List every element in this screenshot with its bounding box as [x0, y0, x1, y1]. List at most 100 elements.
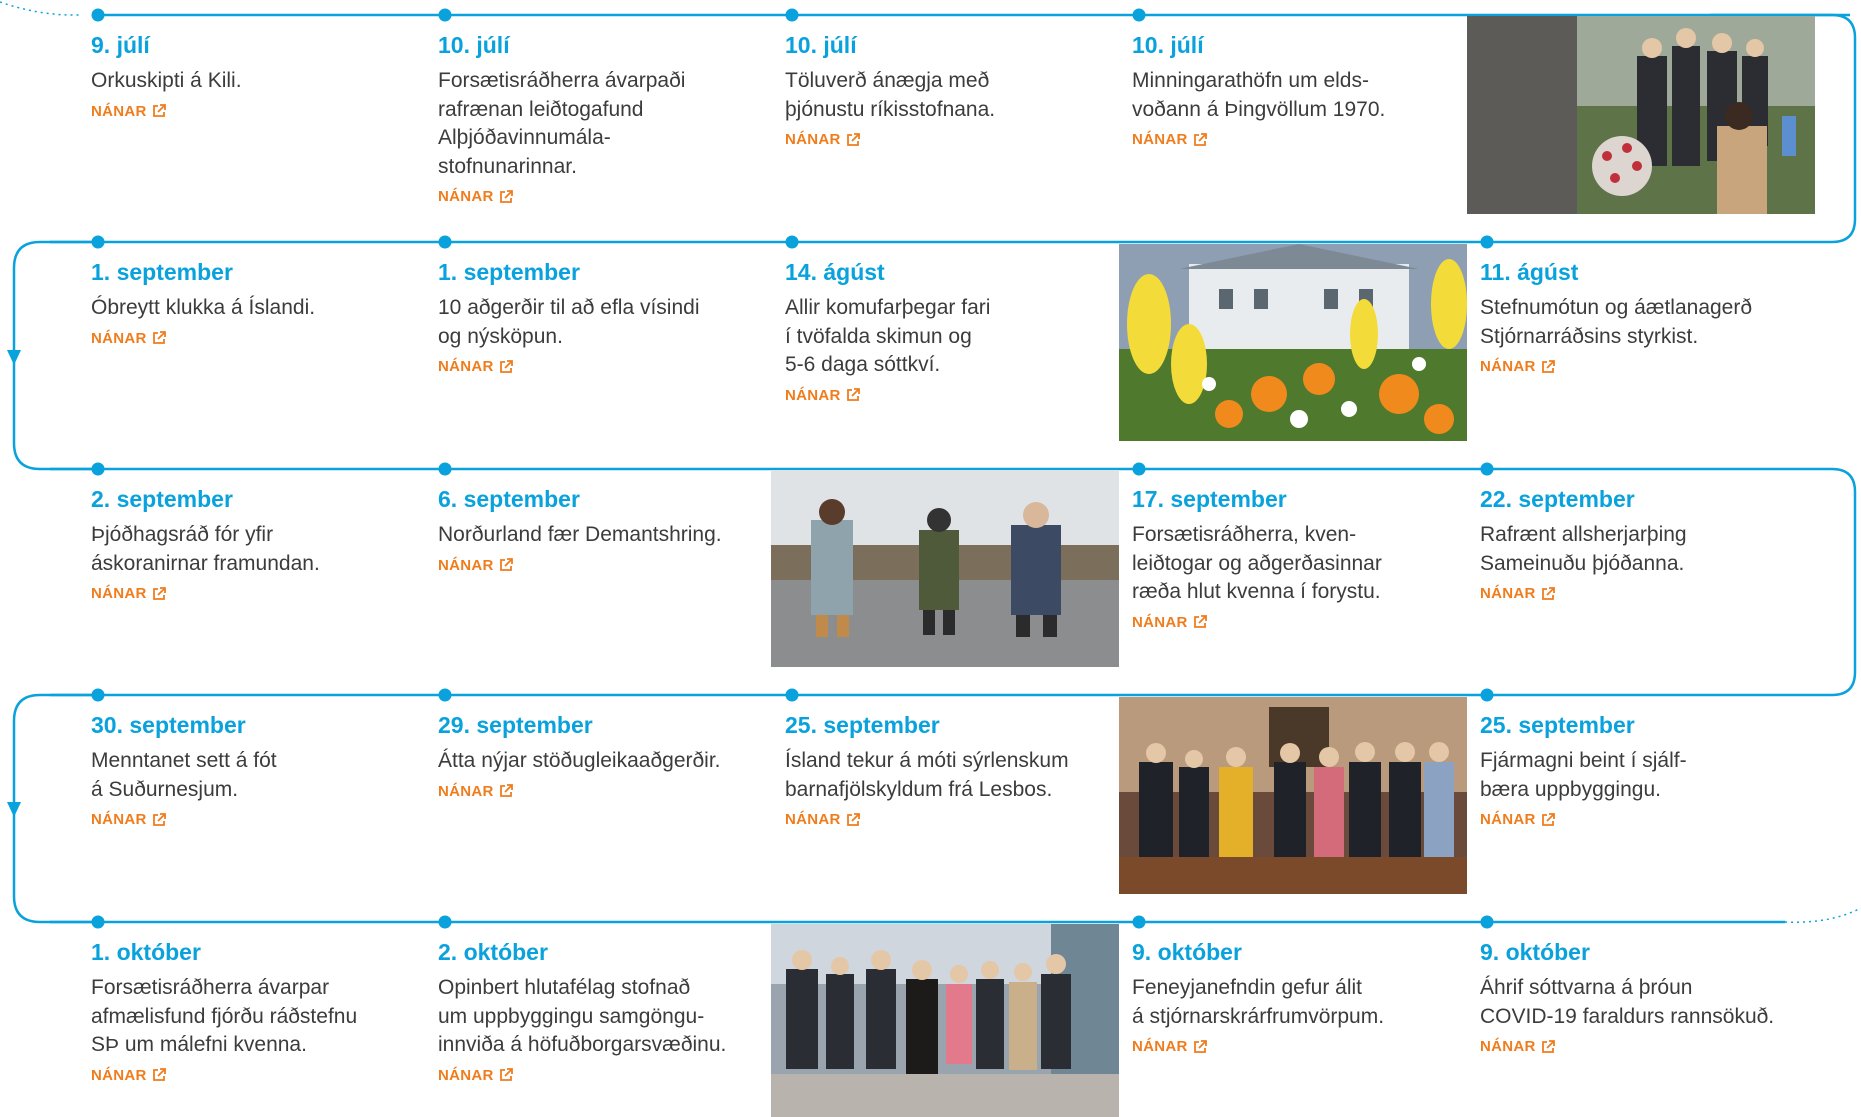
external-link-icon: [1541, 359, 1555, 373]
timeline-entry: 14. ágúst Allir komufarþegar fari í tvöfa…: [785, 258, 1110, 405]
entry-date: 2. október: [438, 939, 548, 965]
timeline-dot: [785, 8, 799, 22]
timeline-dot: [438, 688, 452, 702]
more-link[interactable]: NÁNAR: [1132, 614, 1207, 631]
entry-date: 10. júlí: [438, 32, 510, 58]
more-link[interactable]: NÁNAR: [1480, 1038, 1555, 1055]
timeline-dot: [438, 235, 452, 249]
external-link-icon: [152, 586, 166, 600]
timeline-entry: 6. september Norðurland fær Demantshring.…: [438, 485, 763, 575]
entry-date: 9. júlí: [91, 32, 150, 58]
arrow-down-icon: [7, 350, 21, 365]
more-link-label: NÁNAR: [438, 358, 494, 375]
more-link[interactable]: NÁNAR: [91, 103, 166, 120]
entry-text: 10 aðgerðir til að efla vísindi og nýskö…: [438, 296, 700, 348]
more-link[interactable]: NÁNAR: [785, 387, 860, 404]
entry-text: Þjóðhagsráð fór yfir áskoranirnar framun…: [91, 523, 320, 575]
timeline-dot: [438, 8, 452, 22]
more-link[interactable]: NÁNAR: [91, 1067, 166, 1084]
more-link[interactable]: NÁNAR: [438, 783, 513, 800]
timeline-entry: 9. október Feneyjanefndin gefur álit á st…: [1132, 938, 1457, 1056]
more-link[interactable]: NÁNAR: [91, 330, 166, 347]
more-link[interactable]: NÁNAR: [1480, 358, 1555, 375]
entry-date: 9. október: [1480, 939, 1590, 965]
more-link-label: NÁNAR: [91, 1066, 147, 1084]
timeline-dot: [1480, 235, 1494, 249]
entry-date: 22. september: [1480, 486, 1635, 512]
more-link[interactable]: NÁNAR: [785, 131, 860, 148]
timeline-entry: 10. júlí Forsætisráðherra ávarpaði rafræn…: [438, 31, 763, 206]
entry-date: 30. september: [91, 712, 246, 738]
entry-text: Stefnumótun og áætlanagerð Stjórnarráðsi…: [1480, 296, 1753, 348]
timeline-dot: [91, 235, 105, 249]
entry-text: Allir komufarþegar fari í tvöfalda skimu…: [785, 296, 991, 376]
more-link[interactable]: NÁNAR: [1132, 1038, 1207, 1055]
entry-date: 17. september: [1132, 486, 1287, 512]
photo-flowers-building: [1119, 244, 1467, 441]
timeline-entry: 22. september Rafrænt allsherjarþing Same…: [1480, 485, 1805, 603]
more-link[interactable]: NÁNAR: [1480, 811, 1555, 828]
more-link[interactable]: NÁNAR: [1132, 131, 1207, 148]
more-link[interactable]: NÁNAR: [91, 811, 166, 828]
timeline-dot: [1480, 688, 1494, 702]
more-link[interactable]: NÁNAR: [438, 358, 513, 375]
external-link-icon: [152, 1068, 166, 1081]
entry-date: 29. september: [438, 712, 593, 738]
more-link-label: NÁNAR: [438, 188, 494, 205]
external-link-icon: [152, 812, 166, 826]
timeline-dot: [91, 8, 105, 22]
more-link-label: NÁNAR: [1480, 585, 1536, 602]
timeline-dot: [91, 688, 105, 702]
external-link-icon: [1541, 586, 1555, 600]
more-link-label: NÁNAR: [438, 556, 494, 574]
more-link[interactable]: NÁNAR: [438, 557, 513, 574]
timeline-dot: [91, 915, 105, 929]
more-link-label: NÁNAR: [1132, 131, 1188, 148]
entry-text: Óbreytt klukka á Íslandi.: [91, 296, 316, 319]
timeline-dot: [438, 915, 452, 929]
timeline-entry: 11. ágúst Stefnumótun og áætlanagerð Stjó…: [1480, 258, 1805, 376]
entry-date: 9. október: [1132, 939, 1242, 965]
entry-date: 1. september: [438, 259, 580, 285]
more-link[interactable]: NÁNAR: [438, 188, 513, 205]
entry-date: 10. júlí: [785, 32, 857, 58]
entry-text: Feneyjanefndin gefur álit á stjórnarskrá…: [1132, 976, 1385, 1028]
timeline-entry: 2. september Þjóðhagsráð fór yfir áskoran…: [91, 485, 416, 603]
more-link[interactable]: NÁNAR: [785, 811, 860, 828]
timeline-dot: [91, 462, 105, 476]
entry-text: Áhrif sóttvarna á þróun COVID-19 faraldu…: [1480, 976, 1775, 1028]
more-link-label: NÁNAR: [91, 811, 147, 828]
entry-text: Opinbert hlutafélag stofnað um uppbyggin…: [438, 976, 727, 1056]
external-link-icon: [152, 331, 166, 344]
more-link-label: NÁNAR: [1480, 358, 1536, 375]
timeline-dot: [1132, 462, 1146, 476]
entry-text: Orkuskipti á Kili.: [91, 69, 242, 92]
entry-text: Fjármagni beint í sjálf- bæra uppbygging…: [1480, 749, 1687, 801]
more-link-label: NÁNAR: [438, 782, 494, 800]
timeline-dot: [785, 688, 799, 702]
entry-text: Menntanet sett á fót á Suðurnesjum.: [91, 749, 277, 801]
photo-group-indoor: [1119, 697, 1467, 894]
photo-memorial-ceremony: [1467, 16, 1815, 214]
more-link-label: NÁNAR: [1480, 811, 1536, 828]
entry-date: 14. ágúst: [785, 259, 885, 285]
external-link-icon: [499, 558, 513, 571]
timeline-entry: 17. september Forsætisráðherra, kven- lei…: [1132, 485, 1457, 632]
photo-three-people-road: [771, 470, 1119, 667]
more-link[interactable]: NÁNAR: [438, 1067, 513, 1084]
more-link[interactable]: NÁNAR: [1480, 585, 1555, 602]
external-link-icon: [1193, 132, 1207, 146]
entry-text: Minningarathöfn um elds- voðann á Þingvö…: [1132, 69, 1386, 121]
timeline-dot: [1132, 915, 1146, 929]
entry-date: 25. september: [1480, 712, 1635, 738]
timeline-entry: 9. júlí Orkuskipti á Kili. NÁNAR: [91, 31, 416, 121]
external-link-icon: [1541, 812, 1555, 826]
entry-text: Ísland tekur á móti sýrlenskum barnafjöl…: [785, 749, 1069, 801]
timeline-entry: 10. júlí Minningarathöfn um elds- voðann …: [1132, 31, 1457, 149]
external-link-icon: [1541, 1039, 1555, 1053]
external-link-icon: [152, 104, 166, 117]
more-link[interactable]: NÁNAR: [91, 585, 166, 602]
external-link-icon: [1193, 1039, 1207, 1053]
more-link-label: NÁNAR: [91, 102, 147, 120]
external-link-icon: [499, 1068, 513, 1081]
